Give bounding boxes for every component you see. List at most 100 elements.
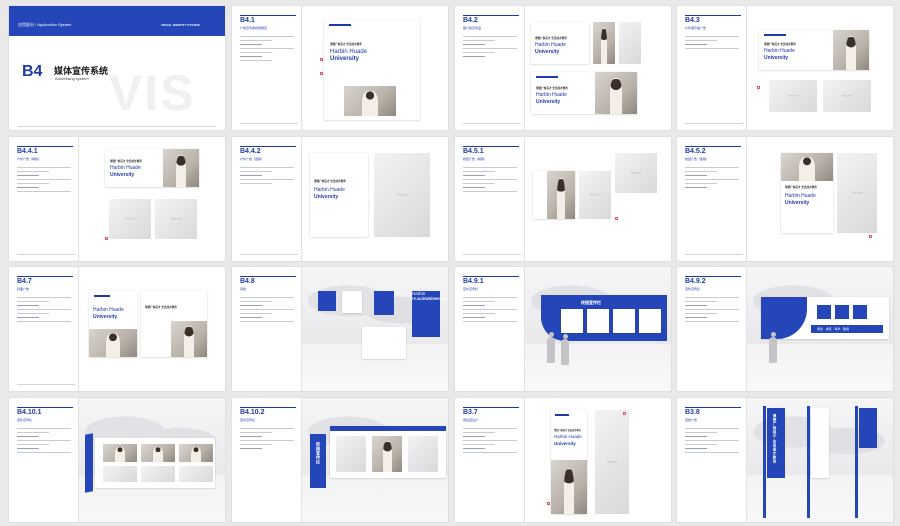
rollup-slogan: 博德广纳英才 全员成才教育	[554, 430, 581, 432]
page-b4-4-2[interactable]: B4.4.2 户外广告（竖版） 博德广纳英才 全员成才教育 Harbin Hua…	[232, 137, 448, 261]
crop-mark	[105, 237, 108, 240]
thumbnail-grid: 应用部分 / Application System VISUAL IDENTIT…	[0, 0, 900, 526]
page-b4-9-1[interactable]: B4.9.1 室外宣传栏 校园宣传栏	[455, 267, 671, 391]
page-b4-4-1[interactable]: B4.4.1 户外广告（横版） 博德广纳英才 全员成才教育 Harbin Hua…	[9, 137, 225, 261]
uni-line2: University	[536, 98, 561, 105]
page-code: B4.10.2	[240, 409, 265, 416]
student-photo	[163, 149, 199, 187]
regional-box: Regional	[615, 153, 657, 193]
page-b4-10-2[interactable]: B4.10.2 室外宣传栏 校园宣传栏	[232, 398, 448, 522]
page-code: B4.9.2	[685, 278, 706, 285]
text-area-label: Text Area	[787, 94, 799, 98]
page-b4-2[interactable]: B4.2 路灯旗宣传品 博德广纳英才 全员成才教育 Harbin Huade Un…	[455, 6, 671, 130]
cover-page[interactable]: 应用部分 / Application System VISUAL IDENTIT…	[9, 6, 225, 130]
uni-line1: Harbin Huade	[110, 165, 141, 171]
page-code: B4.8	[240, 278, 255, 285]
page-title: 室外宣传栏	[17, 418, 33, 422]
cover-code: B4	[22, 63, 43, 80]
page-code: B3.7	[463, 409, 478, 416]
poster-slogan: 博德广纳英才 全员成才教育	[330, 43, 362, 46]
vertical-poster-mockup: 博德广纳英才 全员成才教育 Harbin Huade University	[310, 153, 368, 237]
uni-line1: Harbin Huade	[554, 434, 582, 439]
regional-label: Regional	[630, 171, 642, 175]
hanging-flag: Harbin HuadeUniversity	[412, 291, 447, 337]
page-title: 易拉宝设计	[463, 418, 479, 422]
board-side	[85, 433, 93, 493]
uni-line2: University	[785, 199, 810, 206]
regional-label: Regional	[170, 217, 182, 221]
spec-panel: B4.9.2 室外宣传栏	[677, 267, 747, 391]
page-b4-3[interactable]: B4.3 户外展示板广告 博德广纳英才 全员成才教育 Harbin Huade U…	[677, 6, 893, 130]
outdoor-board-scene	[79, 398, 225, 522]
cover-ad-mockup: Harbin Huade University	[89, 291, 137, 357]
page-code: B4.5.2	[685, 148, 706, 155]
person-silhouette	[769, 332, 777, 363]
page-title: 室外宣传栏	[685, 287, 701, 291]
page-title: 户外展示板广告	[685, 26, 707, 30]
poster-slogan: 博德广纳英才 全员成才教育	[314, 180, 346, 183]
outdoor-board	[95, 438, 215, 488]
regional-label: Regional	[396, 193, 408, 197]
uni-line1: Harbin Huade	[93, 307, 124, 313]
page-b3-8[interactable]: B3.8 道旗广告 博德广纳英才 全员成才教育	[677, 398, 893, 522]
hanging-flag	[318, 291, 336, 311]
spec-panel: B4.10.2 室外宣传栏	[232, 398, 302, 522]
page-b4-1[interactable]: B4.1 广告宣传类视觉规范 博德广纳英才 全员成才教育 Harbin Huad…	[232, 6, 448, 130]
regional-label: Regional	[841, 94, 853, 98]
uni-line2: University	[110, 171, 135, 178]
text-area-label: Text Area	[124, 217, 136, 221]
spec-panel: B4.2 路灯旗宣传品	[455, 6, 525, 130]
page-code: B4.5.1	[463, 148, 484, 155]
hanging-flag	[342, 291, 362, 313]
wide-banner-slogan: 博德广纳英才 全员成才教育	[536, 87, 568, 90]
cover-ad-wide-mockup: 博德广纳英才 全员成才教育	[141, 291, 207, 357]
billboard-mockup: 博德广纳英才 全员成才教育 Harbin Huade University	[105, 149, 199, 187]
page-code: B3.8	[685, 409, 700, 416]
billboard-university: Harbin Huade University	[110, 165, 141, 178]
uni-line1: Harbin Huade	[536, 92, 567, 98]
outdoor-board-scene: 校园宣传栏	[302, 398, 448, 522]
page-b4-7[interactable]: B4.7 封面广告 Harbin Huade University 博德广纳英才 …	[9, 267, 225, 391]
text-area-label: Text Area	[851, 191, 863, 195]
spec-panel: B3.7 易拉宝设计	[455, 398, 525, 522]
banner-slogan: 博德广纳英才 全员成才教育	[535, 37, 567, 40]
page-b4-5-1[interactable]: B4.5.1 校园广告（横版） Text Area Regional	[455, 137, 671, 261]
page-b4-5-2[interactable]: B4.5.2 校园广告（竖版） 博德广纳英才 全员成才教育 Harbin Hua…	[677, 137, 893, 261]
page-b3-7[interactable]: B3.7 易拉宝设计 博德广纳英才 全员成才教育 Harbin Huade Uni…	[455, 398, 671, 522]
regional-box: Regional	[595, 410, 629, 514]
uni-line1: Harbin Huade	[412, 291, 426, 301]
uni-line1: Harbin Huade	[785, 193, 816, 199]
cover-band	[9, 6, 225, 36]
billboard-university: Harbin Huade University	[764, 48, 795, 61]
poster-slogan: 博德广纳英才 全员成才教育	[785, 186, 817, 189]
vertical-board-text: 校园宣传栏	[316, 442, 321, 465]
spec-panel: B4.9.1 室外宣传栏	[455, 267, 525, 391]
road-flag-scene: 博德广纳英才 全员成才教育	[747, 398, 893, 522]
student-photo	[171, 321, 207, 357]
student-photo	[547, 171, 575, 219]
wide-banner-university: Harbin Huade University	[536, 92, 567, 105]
placeholder-panel	[619, 22, 641, 64]
page-b4-9-2[interactable]: B4.9.2 室外宣传栏 博德 · 求真 · 笃学 · 致用	[677, 267, 893, 391]
banner-university: Harbin Huade University	[535, 42, 566, 55]
text-area-box: Text Area	[109, 199, 151, 239]
page-title: 室外宣传栏	[463, 287, 479, 291]
uni-line1: Harbin Huade	[314, 187, 345, 193]
page-title: 封面广告	[17, 287, 30, 291]
page-b4-8[interactable]: B4.8 吊旗 Harbin HuadeUniversity	[232, 267, 448, 391]
banner-mockup: 博德广纳英才 全员成才教育 Harbin Huade University	[531, 22, 589, 64]
page-title: 吊旗	[240, 287, 247, 291]
spec-panel: B4.5.2 校园广告（竖版）	[677, 137, 747, 261]
bulletin-board: 博德 · 求真 · 笃学 · 致用	[761, 297, 889, 339]
cover-divider	[18, 126, 216, 127]
photo-panel	[593, 22, 615, 64]
page-code: B4.2	[463, 17, 478, 24]
page-b4-10-1[interactable]: B4.10.1 室外宣传栏	[9, 398, 225, 522]
crop-mark	[615, 217, 618, 220]
spec-panel: B4.5.1 校园广告（横版）	[455, 137, 525, 261]
uni-line2: University	[764, 54, 789, 61]
spec-panel: B4.7 封面广告	[9, 267, 79, 391]
crop-mark	[757, 86, 760, 89]
road-flag	[811, 408, 829, 478]
crop-mark	[320, 58, 323, 61]
